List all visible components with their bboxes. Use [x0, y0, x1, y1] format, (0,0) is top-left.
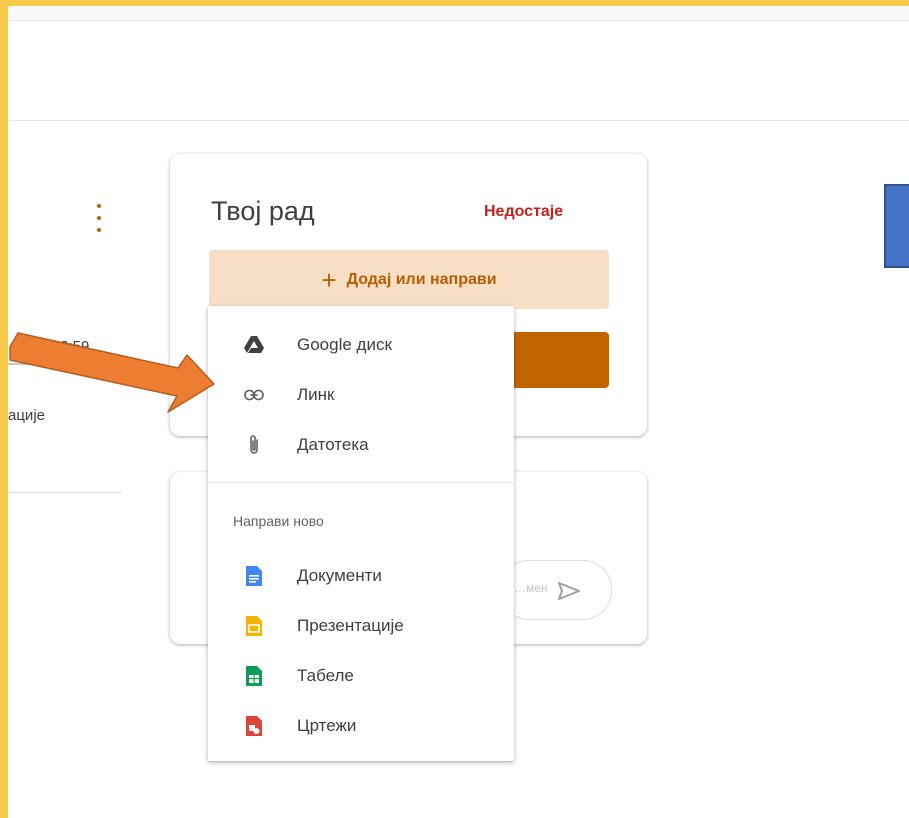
annotation-arrow-icon [9, 332, 215, 413]
annotation-blue-box [884, 184, 909, 268]
